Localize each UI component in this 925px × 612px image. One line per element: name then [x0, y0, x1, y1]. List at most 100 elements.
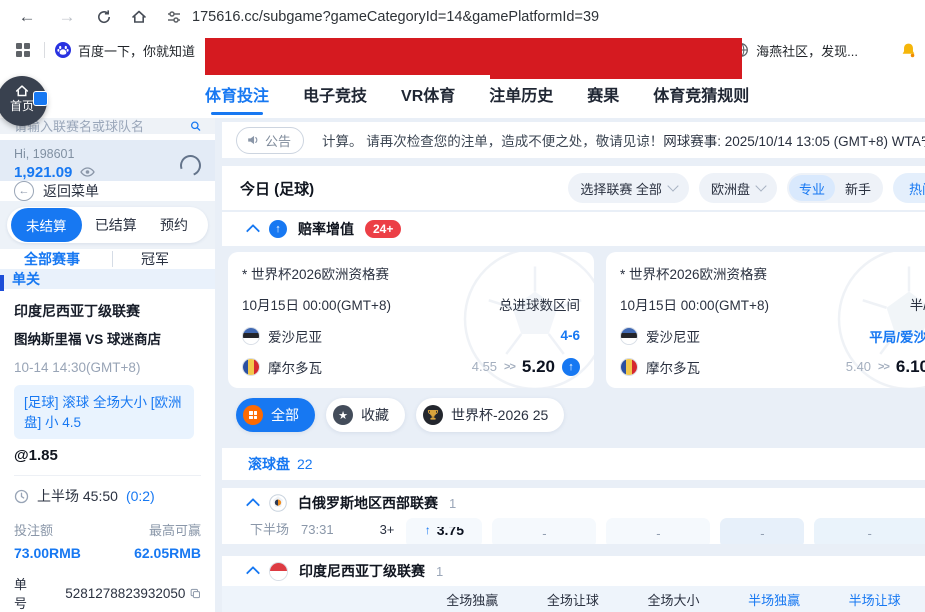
- ticket-league: 印度尼西亚丁级联赛: [14, 301, 201, 321]
- league-header[interactable]: 印度尼西亚丁级联赛 1: [222, 556, 925, 586]
- odds-boost-row: ↑ 赔率增值 24+: [222, 212, 925, 246]
- card-time: 10月15日 00:00(GMT+8): [242, 294, 391, 314]
- market-filter-dropdown[interactable]: 欧洲盘: [699, 173, 777, 203]
- odds-cell-empty[interactable]: -: [720, 518, 804, 544]
- ticket-match: 图纳斯里福 VS 球迷商店: [14, 328, 201, 348]
- refresh-balance-icon[interactable]: [177, 151, 205, 179]
- back-to-menu-button[interactable]: ← 返回菜单: [0, 181, 215, 201]
- old-odds: 4.55: [472, 359, 497, 374]
- home-float-label: 首页: [10, 97, 34, 114]
- tab-esports[interactable]: 电子竞技: [303, 82, 367, 106]
- bookmarks-divider: [44, 42, 45, 58]
- announcement-pill[interactable]: 公告: [236, 127, 304, 154]
- match-period: 下半场: [250, 518, 289, 542]
- baidu-icon: [55, 42, 71, 58]
- league-name: 白俄罗斯地区西部联赛: [298, 493, 438, 513]
- clock-icon: [14, 489, 29, 504]
- new-odds: 6.10: [896, 357, 925, 377]
- betting-site-page: ← → 175616.cc/subgame?gameCategoryId=14&…: [0, 0, 925, 612]
- league-filter-dropdown[interactable]: 选择联赛 全部: [568, 173, 689, 203]
- copy-icon[interactable]: [190, 587, 201, 600]
- page-title: 今日 (足球): [240, 178, 314, 199]
- odds-cell-empty[interactable]: -: [606, 518, 710, 544]
- chip-favorites[interactable]: ★ 收藏: [326, 398, 405, 432]
- column-full-time-over-under[interactable]: 全场大小: [623, 590, 724, 609]
- site-controls-icon[interactable]: [166, 9, 182, 25]
- odds-change-arrows-icon: >>: [878, 361, 889, 373]
- card-market: 总进球数区间: [499, 294, 580, 314]
- column-half-time-handicap[interactable]: 半场让球: [824, 590, 925, 609]
- mode-toggle: 专业 新手: [787, 173, 883, 203]
- boost-up-icon: ↑: [269, 220, 287, 238]
- mode-pro-button[interactable]: 专业: [789, 175, 835, 201]
- hot-filter-button[interactable]: 热门: [893, 173, 925, 203]
- league-section-indonesia: 印度尼西亚丁级联赛 1 全场独赢 全场让球 全场大小 半场独赢 半场让球: [222, 556, 925, 612]
- search-icon[interactable]: [190, 118, 201, 134]
- moldova-flag-icon: [620, 358, 638, 376]
- boost-count-badge: 24+: [365, 220, 401, 238]
- collapse-chevron-icon[interactable]: [246, 566, 260, 580]
- eye-icon[interactable]: [80, 166, 95, 178]
- tab-sports-betting[interactable]: 体育投注: [205, 82, 269, 106]
- odds-cell-live[interactable]: ↑ 3.75: [406, 518, 482, 544]
- tab-reserved[interactable]: 预约: [150, 215, 198, 235]
- column-half-time-result[interactable]: 半场独赢: [724, 590, 825, 609]
- column-full-time-handicap[interactable]: 全场让球: [523, 590, 624, 609]
- boost-card-1[interactable]: * 世界杯2026欧洲资格赛 10月15日 00:00(GMT+8) 总进球数区…: [228, 252, 594, 388]
- announcement-message: 计算。 请再次检查您的注单，造成不便之处，敬请见谅！: [322, 130, 663, 150]
- chip-all-label: 全部: [271, 405, 299, 425]
- odds-cell-empty[interactable]: -: [492, 518, 596, 544]
- apps-grid-icon[interactable]: [16, 43, 30, 57]
- tab-betting-rules[interactable]: 体育竞猜规则: [653, 82, 749, 106]
- ticket-selection-box: [足球] 滚球 全场大小 [欧洲盘] 小 4.5: [14, 385, 194, 440]
- league-match-count: 1: [449, 496, 456, 511]
- bet-filter-tabs: 未结算 已结算 预约: [7, 207, 208, 243]
- tab-results[interactable]: 赛果: [587, 82, 619, 106]
- browser-toolbar: ← → 175616.cc/subgame?gameCategoryId=14&…: [0, 0, 925, 34]
- bet-filter-wrap: 未结算 已结算 预约: [0, 201, 215, 249]
- search-input[interactable]: [14, 119, 190, 134]
- redacted-banner: [205, 38, 742, 75]
- tab-unsettled[interactable]: 未结算: [11, 208, 82, 242]
- today-header: 今日 (足球) 选择联赛 全部 欧洲盘 专业 新手 热门: [222, 166, 925, 210]
- boost-card-2[interactable]: * 世界杯2026欧洲资格赛 10月15日 00:00(GMT+8) 半/全场 …: [606, 252, 925, 388]
- ticket-divider: [14, 475, 201, 476]
- browser-home-icon[interactable]: [130, 8, 148, 26]
- league-match-count: 1: [436, 564, 443, 579]
- announcement-bar: 公告 计算。 请再次检查您的注单，造成不便之处，敬请见谅！ 网球赛事: 2025…: [222, 122, 925, 158]
- tab-all-matches[interactable]: 全部赛事: [24, 249, 80, 269]
- odds-up-icon[interactable]: ↑: [562, 358, 580, 376]
- column-full-time-result[interactable]: 全场独赢: [422, 590, 523, 609]
- tab-bet-history[interactable]: 注单历史: [489, 82, 553, 106]
- chip-all[interactable]: 全部: [236, 398, 315, 432]
- match-clock: 73:31: [301, 518, 334, 542]
- tab-vr-sports[interactable]: VR体育: [401, 82, 455, 106]
- ticket-score: (0:2): [126, 488, 155, 504]
- back-to-menu-label: 返回菜单: [43, 181, 99, 201]
- odds-cell-empty[interactable]: -: [814, 518, 925, 544]
- notification-bell-icon[interactable]: [900, 42, 917, 59]
- bookmark-baidu[interactable]: 百度一下，你就知道: [55, 41, 195, 60]
- card-home-team: 爱沙尼亚: [646, 326, 700, 346]
- redacted-banner-strip: [490, 75, 742, 79]
- address-bar[interactable]: 175616.cc/subgame?gameCategoryId=14&game…: [192, 9, 599, 25]
- bookmark-haiyan[interactable]: 海燕社区，发现...: [733, 41, 858, 60]
- browser-back-icon[interactable]: ←: [16, 7, 38, 27]
- tab-outright[interactable]: 冠军: [141, 249, 169, 269]
- tab-settled[interactable]: 已结算: [85, 215, 147, 235]
- collapse-chevron-icon[interactable]: [246, 498, 260, 512]
- chip-world-cup[interactable]: 世界杯-2026 25: [416, 398, 564, 432]
- match-line: 3+: [380, 518, 395, 542]
- live-betting-bar[interactable]: 滚球盘 22: [222, 448, 925, 480]
- collapse-chevron-icon[interactable]: [246, 224, 260, 238]
- megaphone-icon: [246, 133, 260, 147]
- browser-forward-icon[interactable]: →: [56, 7, 78, 27]
- user-greeting: Hi, 198601: [14, 147, 95, 161]
- match-row: 下半场 73:31 3+ ↑ 3.75 - - - -: [222, 518, 925, 544]
- chip-world-cup-label: 世界杯-2026 25: [451, 405, 548, 425]
- chip-favorites-label: 收藏: [361, 405, 389, 425]
- browser-reload-icon[interactable]: [96, 9, 112, 25]
- mode-novice-button[interactable]: 新手: [837, 179, 879, 198]
- main-panel: 公告 计算。 请再次检查您的注单，造成不便之处，敬请见谅！ 网球赛事: 2025…: [215, 118, 925, 612]
- league-header[interactable]: 白俄罗斯地区西部联赛 1: [222, 488, 925, 518]
